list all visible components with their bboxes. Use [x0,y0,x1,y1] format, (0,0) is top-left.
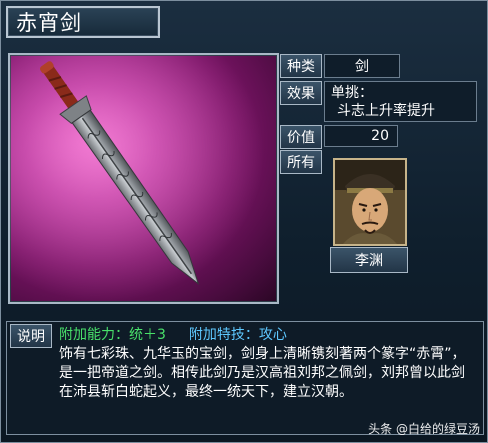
watermark: 头条 @白给的绿豆汤 [368,422,480,436]
item-image-panel [8,53,279,304]
type-value: 剑 [324,54,400,78]
bonus-special: 附加特技：攻心 [188,327,287,343]
owner-name[interactable]: 李渊 [330,247,408,273]
effect-line-1: 单挑： [331,85,373,101]
description-label: 说明 [10,324,52,348]
bonus-line: 附加能力：统＋3 附加特技：攻心 [59,325,287,345]
effect-label: 效果 [280,81,322,105]
owner-portrait[interactable] [333,158,407,246]
type-label: 种类 [280,54,322,78]
sword-image [10,55,277,302]
description-text: 饰有七彩珠、九华玉的宝剑，剑身上清晰镌刻著两个篆字“赤霄”，是一把帝道之剑。相传… [59,346,466,400]
item-title: 赤宵剑 [6,6,160,38]
effect-line-2: 斗志上升率提升 [337,103,435,119]
value-value: 20 [324,125,398,147]
bonus-ability: 附加能力：统＋3 [59,327,166,343]
value-label: 价值 [280,125,322,149]
owner-label: 所有 [280,150,322,174]
general-portrait [335,160,405,244]
effect-value: 单挑： 斗志上升率提升 [324,81,477,122]
